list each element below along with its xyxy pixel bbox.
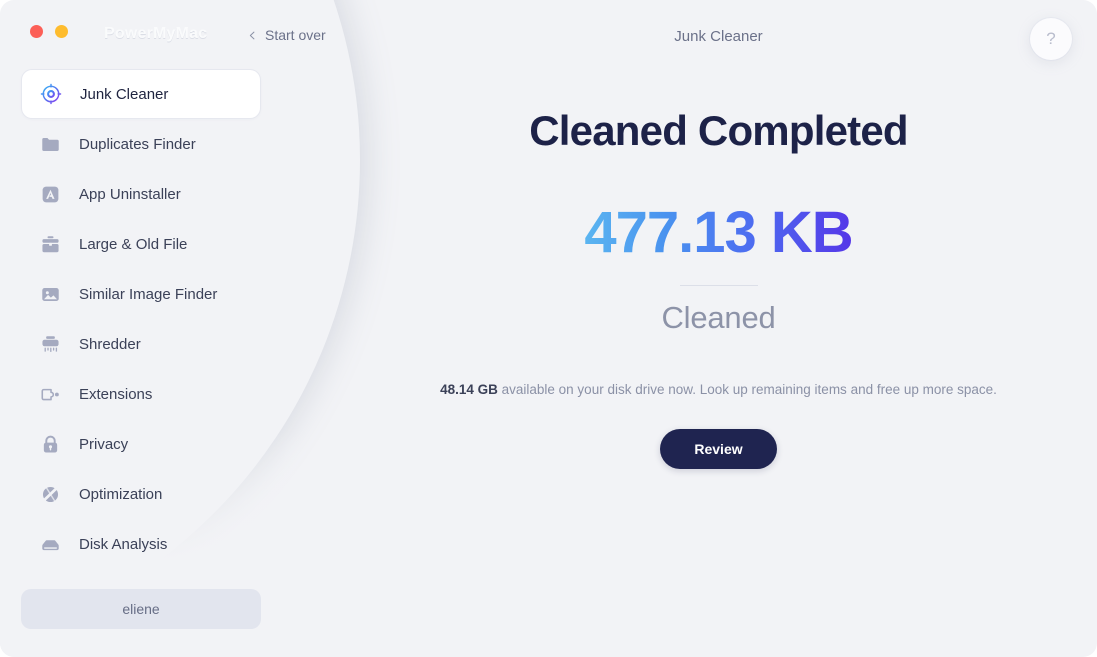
sidebar: PowerMyMac Start over Junk Cleaner Dupli… [0,0,340,657]
app-window: PowerMyMac Start over Junk Cleaner Dupli… [0,0,1097,657]
sidebar-item-optimization[interactable]: Optimization [21,469,261,519]
sidebar-item-duplicates-finder[interactable]: Duplicates Finder [21,119,261,169]
junk-cleaner-icon [40,83,62,105]
start-over-button[interactable]: Start over [248,27,326,43]
briefcase-icon [39,233,61,255]
cleaned-amount: 477.13 KB [584,200,853,266]
sidebar-item-app-uninstaller[interactable]: App Uninstaller [21,169,261,219]
sidebar-item-label: Extensions [79,385,153,403]
sidebar-item-disk-analysis[interactable]: Disk Analysis [21,519,261,569]
titlebar: PowerMyMac Start over [0,0,340,56]
user-name-label: eliene [122,601,160,617]
sidebar-item-shredder[interactable]: Shredder [21,319,261,369]
close-button[interactable] [30,25,43,38]
minimize-button[interactable] [55,25,68,38]
sidebar-item-junk-cleaner[interactable]: Junk Cleaner [21,69,261,119]
puzzle-icon [39,383,61,405]
sidebar-item-label: Duplicates Finder [79,135,196,153]
sidebar-item-label: Shredder [79,335,141,353]
lock-icon [39,433,61,455]
sidebar-item-label: Junk Cleaner [80,85,169,103]
sidebar-item-large-old-file[interactable]: Large & Old File [21,219,261,269]
main-content: Junk Cleaner ? Cleaned Completed 477.13 … [340,0,1097,657]
sidebar-item-privacy[interactable]: Privacy [21,419,261,469]
sidebar-item-label: Disk Analysis [79,535,168,553]
available-space-value: 48.14 GB [440,382,498,398]
sidebar-item-label: Optimization [79,485,163,503]
folder-icon [39,133,61,155]
sidebar-item-label: Similar Image Finder [79,285,218,303]
sidebar-item-label: Large & Old File [79,235,188,253]
divider-rule [679,285,758,287]
page-title: Junk Cleaner [674,28,763,45]
start-over-label: Start over [265,27,326,43]
optimization-icon [39,483,61,505]
image-icon [39,283,61,305]
sidebar-nav: Junk Cleaner Duplicates Finder App Unins… [21,69,261,569]
cleaned-label: Cleaned [661,300,776,336]
disk-icon [39,533,61,555]
sidebar-item-label: Privacy [79,435,129,453]
result-headline: Cleaned Completed [529,107,908,154]
review-button[interactable]: Review [660,428,777,469]
help-button[interactable]: ? [1030,18,1072,60]
shredder-icon [39,333,61,355]
result-hero: Cleaned Completed 477.13 KB Cleaned 48.1… [340,107,1097,469]
brand-logo: PowerMyMac [104,25,208,42]
chevron-left-icon [248,31,257,40]
user-account-chip[interactable]: eliene [21,589,261,629]
disk-space-description: 48.14 GB available on your disk drive no… [340,381,1097,400]
window-controls [30,25,68,38]
sidebar-item-label: App Uninstaller [79,185,181,203]
question-mark-icon: ? [1046,29,1056,48]
sidebar-item-extensions[interactable]: Extensions [21,369,261,419]
app-uninstaller-icon [39,183,61,205]
available-space-text: available on your disk drive now. Look u… [497,382,997,398]
sidebar-item-similar-image-finder[interactable]: Similar Image Finder [21,269,261,319]
